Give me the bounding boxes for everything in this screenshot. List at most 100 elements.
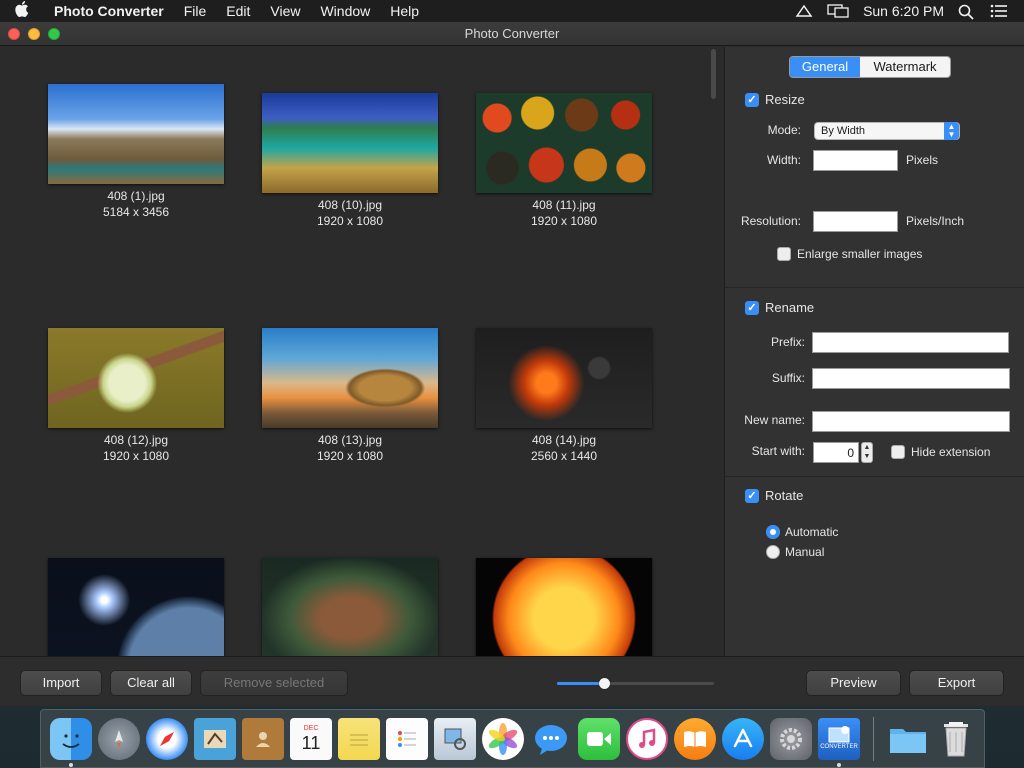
contacts-icon[interactable] [242,717,284,760]
messages-icon[interactable] [530,718,572,760]
spotlight-search-icon[interactable] [958,4,976,20]
suffix-label: Suffix: [771,371,805,385]
notification-center-icon[interactable] [990,4,1008,18]
gallery-item[interactable]: 408 (10).jpg 1920 x 1080 [262,93,438,229]
image-thumbnail[interactable] [476,93,652,193]
start-with-stepper[interactable]: ▲ ▼ [861,442,873,463]
launchpad-icon[interactable] [98,717,140,760]
resize-checkbox-row[interactable]: ✓ Resize [745,92,805,107]
minimize-window-button[interactable] [28,28,40,40]
slider-knob[interactable] [599,678,610,689]
clear-all-button[interactable]: Clear all [110,670,192,696]
itunes-icon[interactable] [626,717,668,760]
enlarge-label: Enlarge smaller images [797,247,923,261]
menu-view[interactable]: View [260,3,310,19]
prefix-label: Prefix: [770,335,805,349]
rotate-automatic-option[interactable]: Automatic [766,525,838,539]
width-unit-label: Pixels [906,153,939,167]
resize-checkbox[interactable]: ✓ [745,92,759,107]
preview-icon[interactable] [434,717,476,760]
app-store-icon[interactable] [722,717,764,760]
gallery-item[interactable]: 408 (12).jpg 1920 x 1080 [48,328,224,464]
mode-select[interactable]: By Width ▲ ▼ [814,122,960,140]
mail-icon[interactable] [194,717,236,760]
rotate-manual-option[interactable]: Manual [766,545,824,559]
new-name-field[interactable] [812,411,1010,432]
gallery-scrollbar[interactable] [706,47,724,656]
calendar-icon[interactable]: DEC 11 [290,717,332,760]
gallery-item[interactable]: 408 (11).jpg 1920 x 1080 [476,93,652,229]
rotate-checkbox-row[interactable]: ✓ Rotate [745,488,803,503]
close-window-button[interactable] [8,28,20,40]
image-thumbnail[interactable] [262,93,438,193]
photos-icon[interactable] [482,717,524,760]
calendar-month: DEC [303,725,319,732]
airplay-display-icon[interactable] [827,4,849,18]
trash-icon[interactable] [935,718,977,760]
menu-app-name[interactable]: Photo Converter [44,3,174,19]
image-thumbnail[interactable] [48,558,224,656]
image-thumbnail[interactable] [262,328,438,428]
hide-extension-row[interactable]: Hide extension [891,445,990,459]
safari-icon[interactable] [146,717,188,760]
hide-extension-checkbox[interactable] [891,445,905,459]
preview-button[interactable]: Preview [806,670,901,696]
finder-icon[interactable] [50,717,92,767]
menu-edit[interactable]: Edit [216,3,260,19]
system-preferences-icon[interactable] [770,717,812,760]
window-titlebar[interactable]: Photo Converter [0,22,1024,46]
file-name: 408 (13).jpg [317,433,383,447]
menu-bar: Photo Converter File Edit View Window He… [0,0,1024,22]
slider-fill [557,682,604,685]
image-gallery[interactable]: 408 (1).jpg 5184 x 3456 408 (10).jpg 192… [0,47,706,656]
file-name: 408 (1).jpg [107,189,165,203]
reminders-icon[interactable] [386,717,428,760]
automatic-radio[interactable] [766,525,780,539]
notes-icon[interactable] [338,717,380,760]
tab-watermark[interactable]: Watermark [860,57,950,77]
image-thumbnail[interactable] [262,558,438,656]
file-name: 408 (12).jpg [103,433,169,447]
width-field[interactable] [813,150,898,171]
ibooks-icon[interactable] [674,717,716,760]
image-thumbnail[interactable] [476,558,652,656]
enlarge-checkbox-row[interactable]: Enlarge smaller images [777,247,922,261]
gallery-item[interactable]: 408 (1).jpg 5184 x 3456 [48,84,224,220]
photo-converter-icon[interactable]: CONVERTER [818,717,860,767]
rename-checkbox[interactable]: ✓ [745,300,759,315]
image-thumbnail[interactable] [48,84,224,184]
shazam-status-icon[interactable] [795,4,813,18]
enlarge-checkbox[interactable] [777,247,791,261]
tab-general[interactable]: General [790,57,860,77]
scrollbar-thumb[interactable] [711,49,716,99]
gallery-item[interactable] [48,558,224,656]
menubar-clock[interactable]: Sun 6:20 PM [863,3,944,19]
menu-help[interactable]: Help [380,3,429,19]
menu-file[interactable]: File [174,3,217,19]
automatic-label: Automatic [785,525,839,539]
resolution-unit-label: Pixels/Inch [906,214,965,228]
manual-radio[interactable] [766,545,780,559]
suffix-field[interactable] [812,368,1010,389]
image-thumbnail[interactable] [48,328,224,428]
import-button[interactable]: Import [20,670,102,696]
image-thumbnail[interactable] [476,328,652,428]
rename-checkbox-row[interactable]: ✓ Rename [745,300,814,315]
gallery-item[interactable]: 408 (14).jpg 2560 x 1440 [476,328,652,464]
facetime-icon[interactable] [578,717,620,760]
bottom-toolbar: Import Clear all Remove selected Preview… [0,656,1024,706]
thumbnail-size-slider[interactable] [557,678,714,689]
gallery-item[interactable] [476,558,652,656]
zoom-window-button[interactable] [48,28,60,40]
gallery-item[interactable]: 408 (13).jpg 1920 x 1080 [262,328,438,464]
apple-menu-icon[interactable] [0,1,44,21]
remove-selected-button[interactable]: Remove selected [200,670,348,696]
menu-window[interactable]: Window [310,3,380,19]
start-with-field[interactable]: 0 [813,442,859,463]
rotate-checkbox[interactable]: ✓ [745,488,759,503]
resolution-field[interactable] [813,211,898,232]
downloads-folder-icon[interactable] [887,718,929,760]
export-button[interactable]: Export [909,670,1004,696]
prefix-field[interactable] [812,332,1009,353]
gallery-item[interactable] [262,558,438,656]
